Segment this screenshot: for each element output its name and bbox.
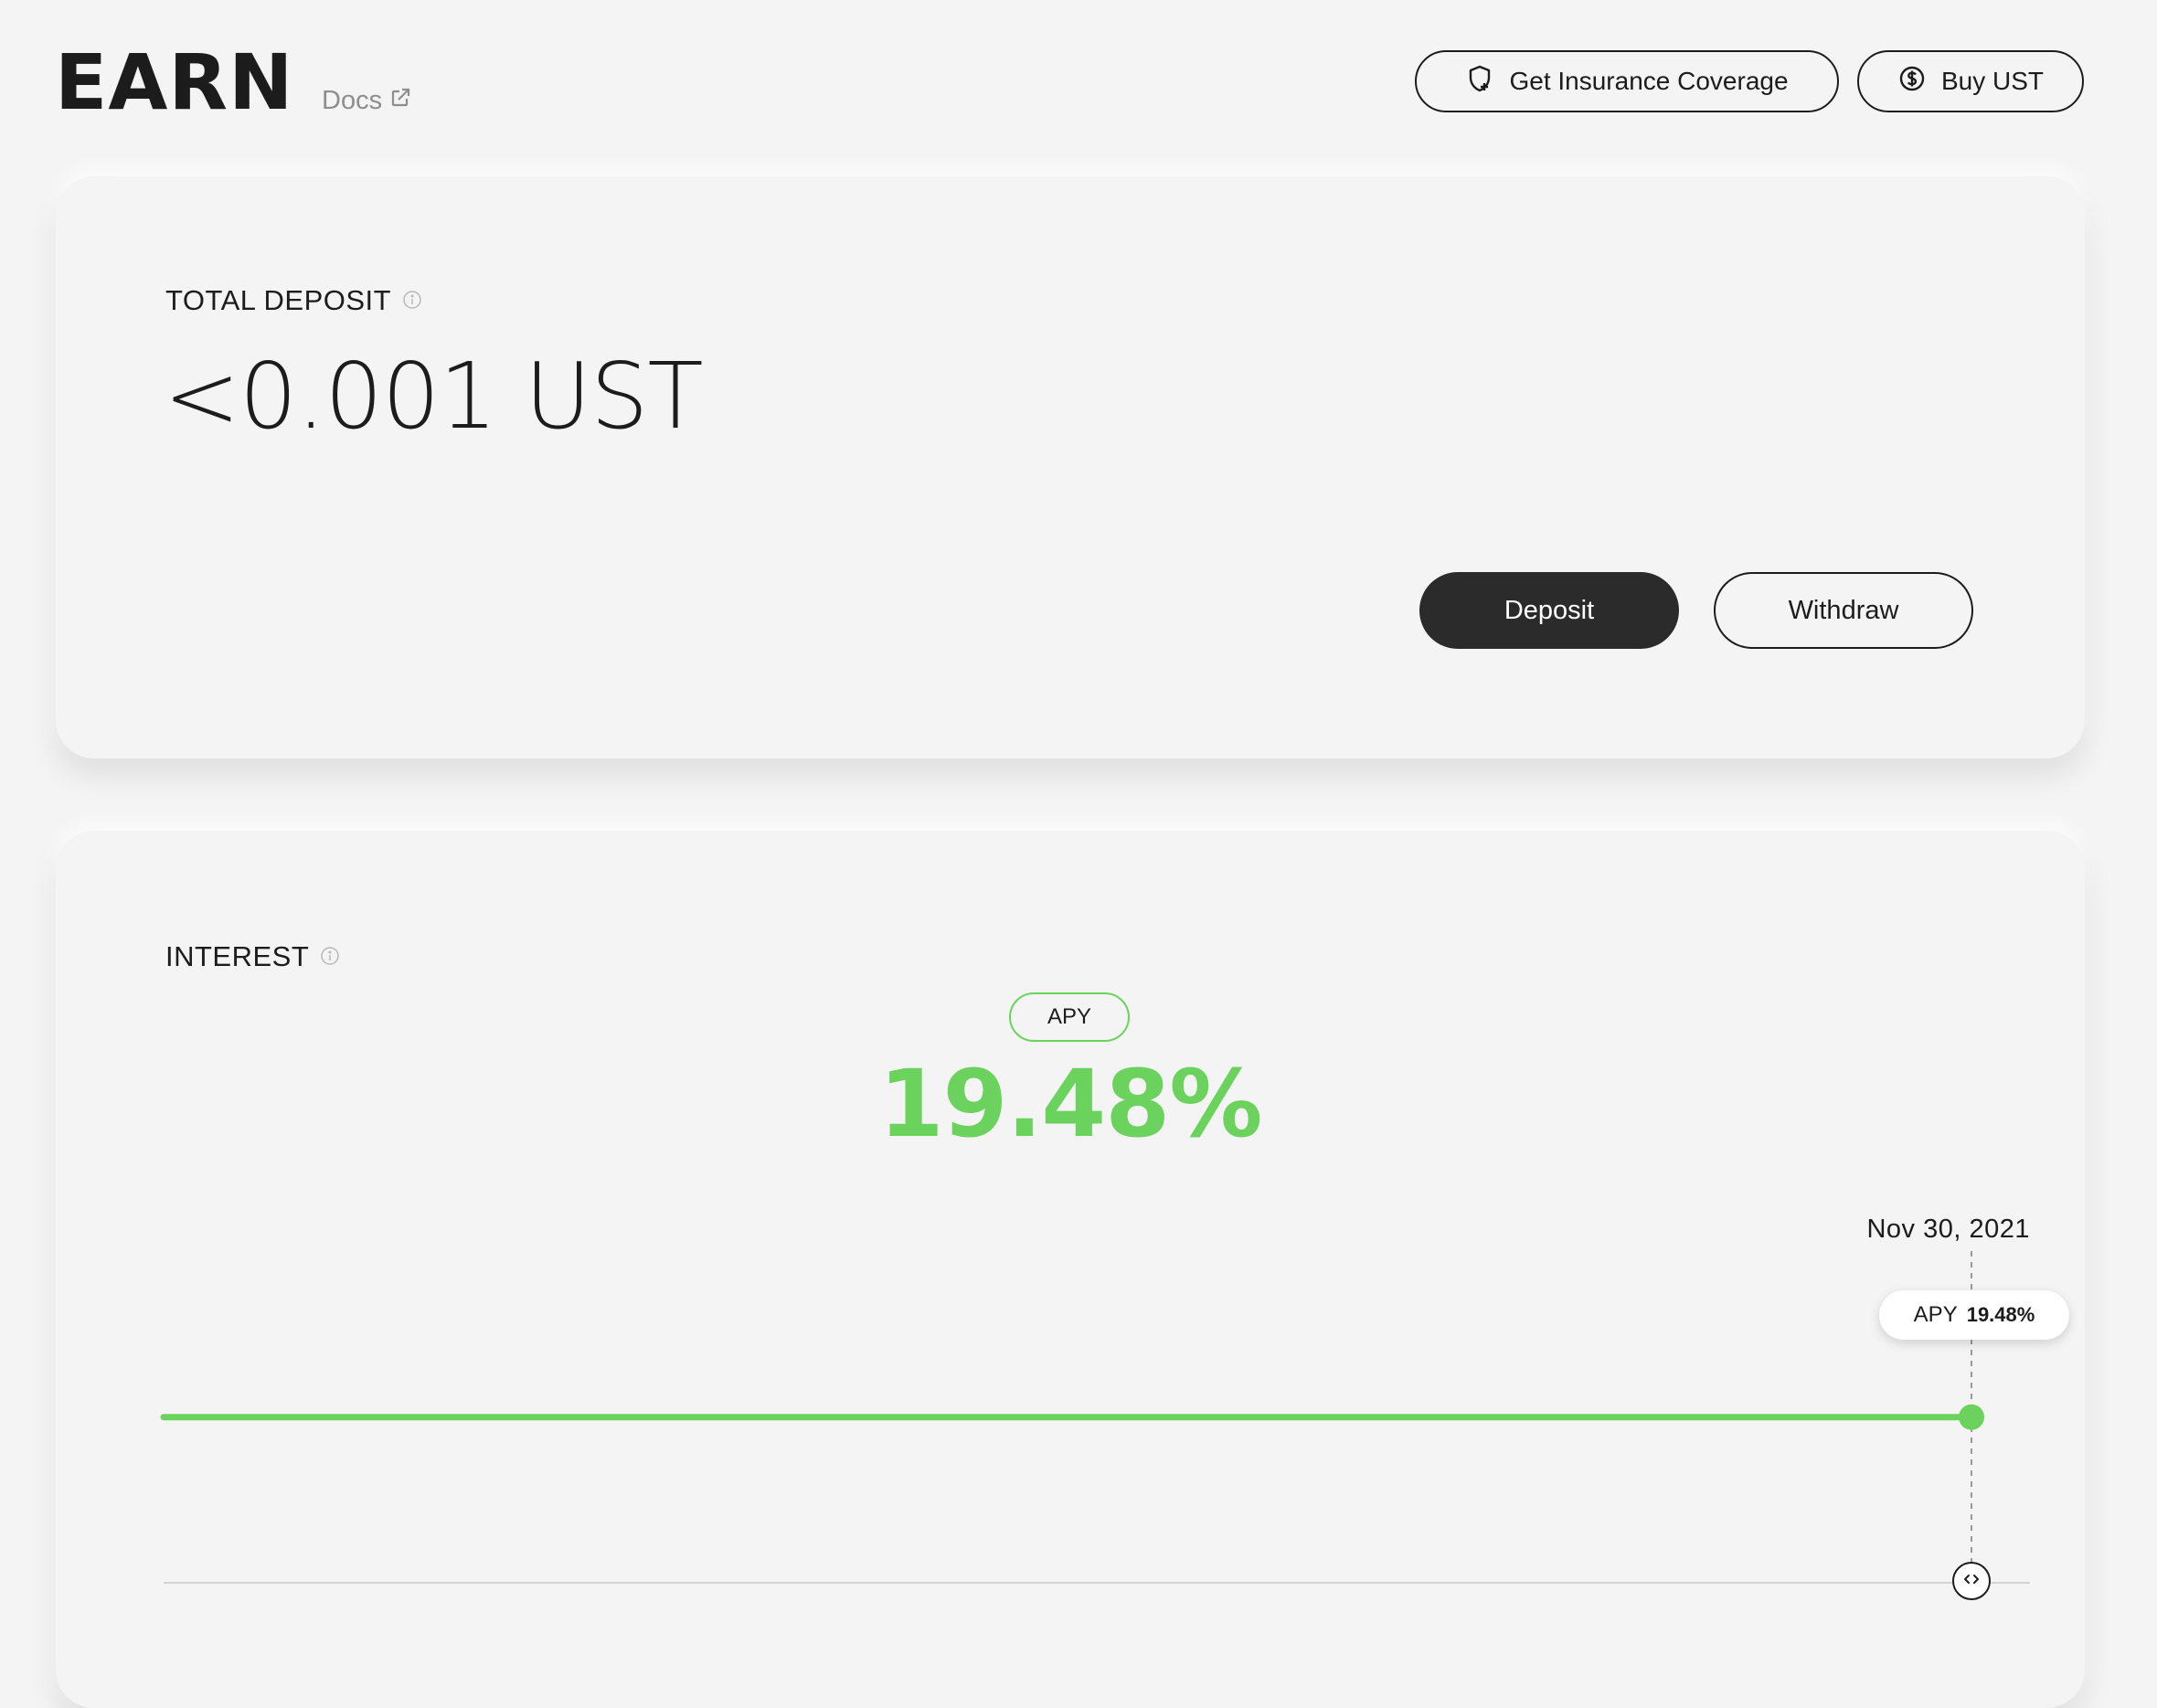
chart-tooltip: APY 19.48% (1879, 1290, 2069, 1340)
docs-label: Docs (322, 86, 383, 115)
buy-ust-button[interactable]: Buy UST (1857, 50, 2084, 112)
total-deposit-heading: TOTAL DEPOSIT (165, 284, 422, 317)
page-header: EARN Docs Get Insurance Coverage Buy UST (55, 37, 2086, 128)
shield-plus-icon (1465, 64, 1494, 100)
total-deposit-amount: <0.001 UST (164, 343, 704, 450)
chart-drag-handle[interactable] (1952, 1562, 1991, 1600)
buy-ust-label: Buy UST (1940, 67, 2045, 95)
apy-chart[interactable] (56, 831, 2085, 1708)
deposit-button[interactable]: Deposit (1419, 572, 1679, 649)
total-deposit-label: TOTAL DEPOSIT (165, 284, 392, 316)
docs-link[interactable]: Docs (322, 86, 411, 116)
page-title: EARN (55, 37, 294, 127)
total-deposit-card: TOTAL DEPOSIT <0.001 UST Deposit Withdra… (56, 176, 2085, 759)
external-link-icon (389, 86, 411, 116)
interest-card: INTEREST APY 19.48% Nov 30, 2021 APY 19.… (56, 831, 2085, 1708)
tooltip-label: APY (1913, 1302, 1958, 1327)
insurance-label: Get Insurance Coverage (1509, 67, 1789, 95)
get-insurance-button[interactable]: Get Insurance Coverage (1415, 50, 1839, 112)
info-icon[interactable] (402, 284, 422, 317)
chevrons-left-right-icon (1962, 1570, 1981, 1593)
apy-series (160, 1404, 1984, 1430)
dollar-circle-icon (1897, 64, 1927, 100)
selected-point-marker (1959, 1404, 1984, 1430)
tooltip-value: 19.48% (1966, 1303, 2035, 1326)
withdraw-button[interactable]: Withdraw (1714, 572, 1973, 649)
chart-date-label: Nov 30, 2021 (1866, 1215, 2030, 1244)
